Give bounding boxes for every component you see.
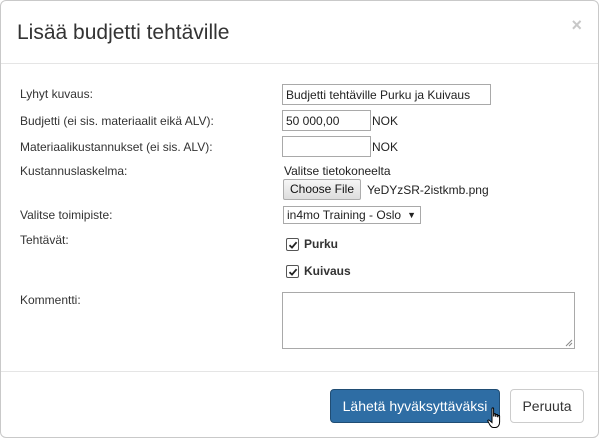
chevron-down-icon: ▼ bbox=[407, 210, 416, 220]
check-icon bbox=[288, 241, 298, 249]
short-description-input[interactable] bbox=[282, 84, 491, 105]
close-button[interactable]: × bbox=[571, 15, 582, 36]
task-label-kuivaus: Kuivaus bbox=[304, 264, 351, 278]
tasks-label: Tehtävät: bbox=[20, 233, 69, 247]
cancel-button[interactable]: Peruuta bbox=[510, 389, 584, 423]
choose-file-button[interactable]: Choose File bbox=[283, 179, 361, 200]
budget-currency: NOK bbox=[372, 114, 399, 128]
modal-footer bbox=[1, 371, 598, 437]
material-costs-input[interactable] bbox=[282, 136, 371, 157]
material-costs-currency: NOK bbox=[372, 140, 399, 154]
task-checkbox-kuivaus[interactable] bbox=[286, 265, 299, 278]
modal-header: Lisää budjetti tehtäville × bbox=[1, 1, 598, 64]
calculation-label: Kustannuslaskelma: bbox=[20, 164, 128, 178]
material-costs-label: Materiaalikustannukset (ei sis. ALV): bbox=[20, 140, 213, 154]
check-icon bbox=[288, 268, 298, 276]
office-select-value: in4mo Training - Oslo bbox=[287, 208, 402, 222]
office-label: Valitse toimipiste: bbox=[20, 208, 113, 222]
hand-pointer-icon bbox=[487, 407, 501, 428]
add-budget-modal: Lisää budjetti tehtäville × Lyhyt kuvaus… bbox=[0, 0, 599, 438]
budget-input[interactable] bbox=[282, 110, 371, 131]
resize-grip-icon[interactable] bbox=[565, 339, 573, 347]
task-checkbox-purku[interactable] bbox=[286, 238, 299, 251]
modal-title: Lisää budjetti tehtäville bbox=[17, 21, 230, 44]
calculation-hint: Valitse tietokoneelta bbox=[284, 164, 391, 178]
file-name: YeDYzSR-2istkmb.png bbox=[367, 183, 489, 197]
short-description-label: Lyhyt kuvaus: bbox=[20, 87, 93, 101]
comment-label: Kommentti: bbox=[20, 293, 81, 307]
comment-textarea[interactable] bbox=[282, 292, 575, 349]
task-label-purku: Purku bbox=[304, 237, 339, 251]
submit-for-approval-button[interactable]: Lähetä hyväksyttäväksi bbox=[330, 389, 500, 423]
budget-label: Budjetti (ei sis. materiaalit eikä ALV): bbox=[20, 114, 214, 128]
office-select[interactable]: in4mo Training - Oslo ▼ bbox=[283, 206, 421, 224]
